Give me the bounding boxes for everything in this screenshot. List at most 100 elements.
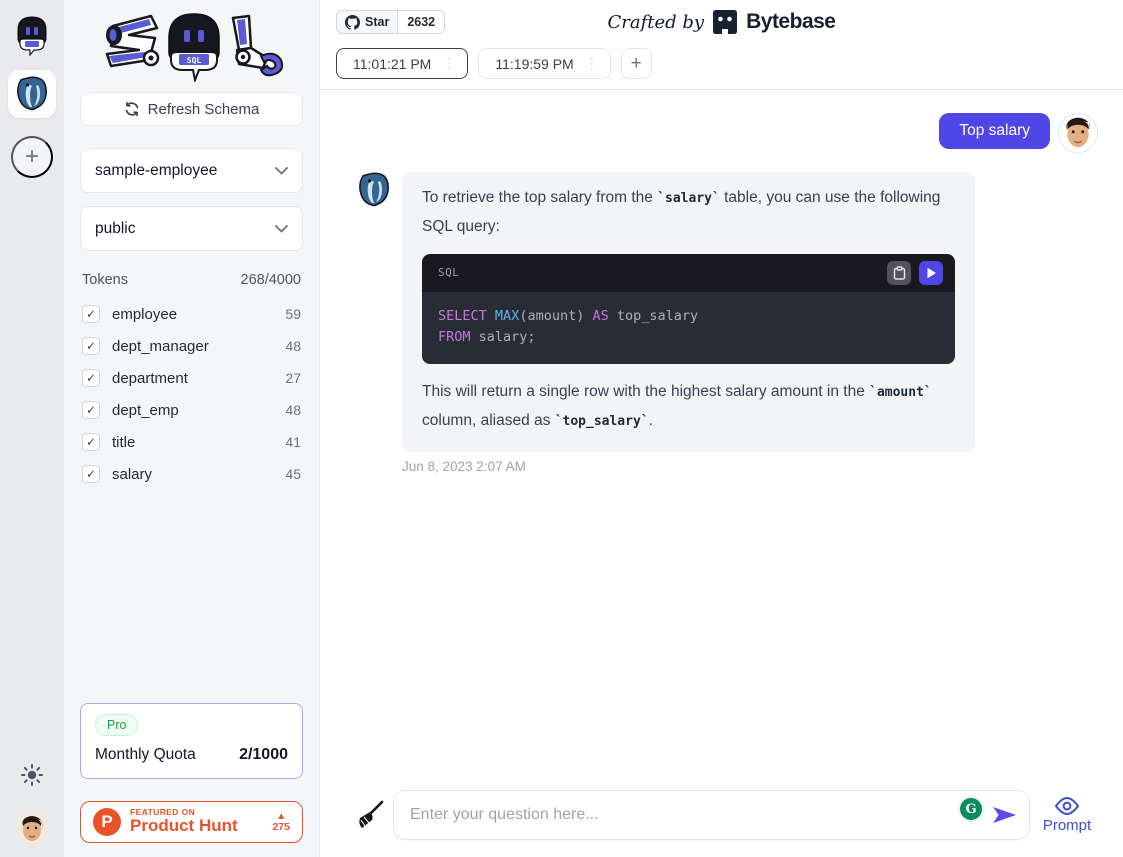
code-line: FROM salary; — [438, 327, 939, 348]
chat-spacer — [356, 474, 1098, 790]
connection-postgres-tile[interactable] — [8, 70, 56, 118]
eye-icon — [1054, 796, 1080, 816]
crafted-by-text: Crafted by — [608, 12, 705, 33]
upvote-count: 275 — [272, 822, 290, 833]
tokens-label: Tokens — [82, 272, 128, 288]
new-conversation-button[interactable]: + — [621, 48, 652, 79]
table-checkbox[interactable]: ✓ — [82, 401, 100, 419]
prompt-button[interactable]: Prompt — [1039, 796, 1095, 834]
tables-list: ✓employee59✓dept_manager48✓department27✓… — [80, 298, 303, 490]
sidebar: SQL Refresh Schema sample-employee publi… — [64, 0, 320, 857]
assistant-message-card: To retrieve the top salary from the `sal… — [402, 172, 975, 452]
tab-conversation-1[interactable]: 11:01:21 PM ⋮ — [336, 48, 468, 79]
chevron-down-icon — [275, 225, 288, 233]
left-rail: + — [0, 0, 64, 857]
assistant-postgres-avatar — [356, 172, 392, 208]
quota-card: Pro Monthly Quota 2/1000 — [80, 703, 303, 779]
sqlchat-logo: SQL — [80, 6, 303, 92]
product-hunt-badge[interactable]: P FEATURED ON Product Hunt ▲ 275 — [80, 801, 303, 843]
refresh-icon — [124, 101, 140, 117]
product-hunt-logo-icon: P — [93, 808, 121, 836]
table-token-count: 41 — [285, 434, 301, 450]
postgres-elephant-icon — [14, 76, 50, 112]
logo-sql-band-text: SQL — [186, 56, 201, 65]
tokens-header: Tokens 268/4000 — [80, 264, 303, 298]
inline-code: `amount` — [869, 385, 932, 400]
table-row-title[interactable]: ✓ title41 — [80, 426, 303, 458]
table-name: department — [112, 370, 285, 387]
theme-toggle-sun-icon[interactable] — [21, 764, 43, 791]
run-query-button[interactable] — [919, 261, 943, 285]
tab-label: 11:01:21 PM — [353, 56, 431, 72]
account-avatar[interactable] — [16, 813, 48, 845]
connection-select-value: sample-employee — [95, 162, 217, 180]
table-checkbox[interactable]: ✓ — [82, 305, 100, 323]
table-row-dept_manager[interactable]: ✓ dept_manager48 — [80, 330, 303, 362]
table-token-count: 45 — [285, 466, 301, 482]
connection-select[interactable]: sample-employee — [80, 148, 303, 193]
github-icon — [345, 15, 360, 30]
monthly-quota-value: 2/1000 — [239, 746, 288, 764]
add-connection-button[interactable]: + — [11, 136, 53, 178]
composer: G Prompt — [356, 790, 1098, 857]
inline-code: `salary` — [657, 191, 720, 206]
table-name: employee — [112, 306, 285, 323]
product-hunt-name: Product Hunt — [130, 817, 263, 836]
table-row-employee[interactable]: ✓employee59 — [80, 298, 303, 330]
tokens-usage: 268/4000 — [241, 272, 301, 288]
inline-code: `top_salary` — [555, 414, 649, 429]
bytebase-brand-name: Bytebase — [746, 10, 835, 34]
copy-code-button[interactable] — [887, 261, 911, 285]
message-timestamp: Jun 8, 2023 2:07 AM — [402, 459, 1098, 474]
table-name: salary — [112, 466, 285, 483]
table-name: dept_manager — [112, 338, 285, 355]
table-checkbox[interactable]: ✓ — [82, 369, 100, 387]
bytebase-logo-icon — [712, 9, 738, 35]
grammarly-icon[interactable]: G — [960, 798, 982, 820]
code-line: SELECT MAX(amount) AS top_salary — [438, 306, 939, 327]
table-checkbox[interactable]: ✓ — [82, 433, 100, 451]
main-panel: Star 2632 Crafted by Bytebase 11:01:21 P… — [320, 0, 1123, 857]
clear-conversation-broom-icon[interactable] — [356, 800, 384, 830]
code-body: SELECT MAX(amount) AS top_salaryFROM sal… — [422, 292, 955, 364]
sidebar-spacer — [80, 490, 303, 703]
pro-plan-badge: Pro — [95, 714, 138, 736]
github-star-button[interactable]: Star 2632 — [336, 10, 445, 34]
send-arrow-icon — [992, 804, 1017, 826]
tab-menu-kebab-icon[interactable]: ⋮ — [582, 55, 602, 72]
code-block-header: SQL — [422, 254, 955, 292]
chat-area: Top salary — [320, 90, 1123, 857]
table-token-count: 48 — [285, 338, 301, 354]
star-count: 2632 — [398, 11, 444, 33]
assistant-intro-text: To retrieve the top salary from the `sal… — [422, 184, 955, 241]
send-button[interactable] — [992, 804, 1017, 826]
main-header: Star 2632 Crafted by Bytebase — [320, 0, 1123, 44]
sqlchat-bot-icon[interactable] — [12, 14, 52, 56]
schema-select[interactable]: public — [80, 206, 303, 251]
chevron-down-icon — [275, 167, 288, 175]
star-label: Star — [365, 15, 389, 29]
refresh-schema-button[interactable]: Refresh Schema — [80, 92, 303, 126]
question-input[interactable] — [410, 806, 950, 824]
play-icon — [926, 267, 937, 279]
table-row-department[interactable]: ✓ department27 — [80, 362, 303, 394]
table-row-salary[interactable]: ✓ salary45 — [80, 458, 303, 490]
table-checkbox[interactable]: ✓ — [82, 337, 100, 355]
tab-conversation-2[interactable]: 11:19:59 PM ⋮ — [478, 48, 610, 79]
table-token-count: 48 — [285, 402, 301, 418]
table-name: title — [112, 434, 285, 451]
clipboard-icon — [893, 266, 906, 280]
refresh-schema-label: Refresh Schema — [148, 101, 260, 118]
table-token-count: 27 — [285, 370, 301, 386]
tab-label: 11:19:59 PM — [495, 56, 573, 72]
prompt-label: Prompt — [1043, 817, 1091, 834]
table-checkbox[interactable]: ✓ — [82, 465, 100, 483]
monthly-quota-label: Monthly Quota — [95, 746, 196, 764]
conversation-tabs: 11:01:21 PM ⋮ 11:19:59 PM ⋮ + — [320, 44, 1123, 89]
product-hunt-votes: ▲ 275 — [272, 812, 290, 833]
question-input-wrap: G — [393, 790, 1030, 840]
schema-select-value: public — [95, 220, 136, 238]
assistant-message-row: To retrieve the top salary from the `sal… — [356, 172, 1098, 452]
tab-menu-kebab-icon[interactable]: ⋮ — [439, 55, 459, 72]
table-row-dept_emp[interactable]: ✓dept_emp48 — [80, 394, 303, 426]
